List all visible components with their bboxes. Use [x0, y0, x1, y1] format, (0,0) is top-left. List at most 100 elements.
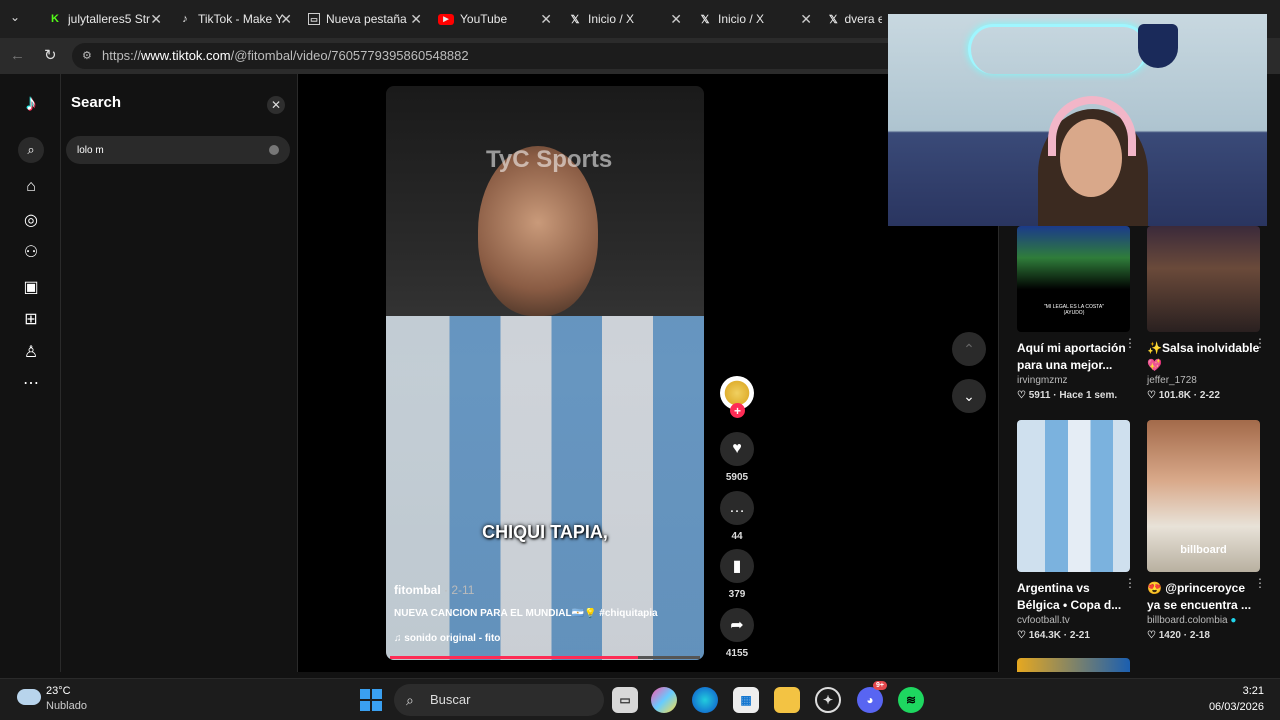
bookmark-icon[interactable]: ▮: [720, 549, 754, 583]
heart-icon[interactable]: ♥: [720, 432, 754, 466]
close-icon[interactable]: ✕: [670, 11, 682, 28]
search-input[interactable]: [66, 136, 290, 164]
clock-date[interactable]: 06/03/2026: [1198, 701, 1264, 713]
recommended-title: ✨Salsa inolvidable 💖: [1147, 341, 1260, 372]
recommended-stats: ♡ 164.3K · 2-21: [1017, 630, 1090, 641]
tab-label: dvera en: [844, 12, 883, 26]
recommended-card[interactable]: billboard ⋮ 😍 @princeroyce ya se encuent…: [1147, 420, 1266, 641]
new-tab-icon: ▭: [308, 13, 320, 25]
video-thumbnail[interactable]: [1147, 226, 1260, 332]
neon-light: [968, 24, 1148, 74]
tab-kick[interactable]: K julytalleres5 Str ✕: [40, 4, 168, 34]
comment-count: 44: [731, 531, 743, 542]
more-options-icon[interactable]: ⋮: [1124, 576, 1136, 590]
recommended-stats: ♡ 1420 · 2-18: [1147, 630, 1210, 641]
task-view-icon[interactable]: ▭: [612, 687, 638, 713]
recommended-title: 😍 @princeroyce ya se encuentra ...: [1147, 581, 1252, 612]
search-icon: ⌕: [406, 692, 414, 708]
music-note-icon: ♫: [394, 633, 405, 644]
tab-label: Nueva pestaña: [326, 12, 407, 26]
upload-icon[interactable]: ⊞: [20, 308, 42, 330]
windows-logo-pane: [372, 689, 382, 699]
edge-icon[interactable]: [692, 687, 718, 713]
cloud-icon[interactable]: [17, 689, 41, 705]
video-thumbnail[interactable]: [1017, 420, 1130, 572]
close-icon[interactable]: ✕: [410, 11, 422, 28]
comment-icon[interactable]: …: [720, 491, 754, 525]
recommended-author: cvfootball.tv: [1017, 615, 1070, 626]
video-progress-bar[interactable]: [390, 656, 700, 659]
video-sound-label: sonido original - fito: [404, 633, 501, 644]
video-author-name[interactable]: fitombal: [394, 583, 441, 597]
video-watermark: TyC Sports: [486, 146, 613, 173]
verified-badge-icon: ●: [1230, 615, 1237, 626]
explore-icon[interactable]: ◎: [20, 209, 42, 231]
site-info-icon[interactable]: ⚙: [82, 43, 92, 69]
clock-time[interactable]: 3:21: [1208, 685, 1264, 697]
thumbnail-caption: "MI LEGAL ES LA COSTA" (AYUDO): [1044, 304, 1104, 316]
like-action[interactable]: ♥ 5905: [720, 432, 754, 483]
video-caption[interactable]: NUEVA CANCIÓN PARA EL MUNDIAL🇦🇷💡 #chiqui…: [394, 608, 694, 619]
more-options-icon[interactable]: ⋮: [1124, 336, 1136, 350]
following-icon[interactable]: ⚇: [20, 241, 42, 263]
close-icon[interactable]: ✕: [150, 11, 162, 28]
back-icon[interactable]: ←: [10, 47, 25, 64]
video-sound[interactable]: ♫ sonido original - fito: [394, 633, 500, 644]
file-explorer-icon[interactable]: [774, 687, 800, 713]
follow-plus-icon[interactable]: +: [730, 403, 745, 418]
tab-new-tab[interactable]: ▭ Nueva pestaña ✕: [300, 4, 428, 34]
save-action[interactable]: ▮ 379: [720, 549, 754, 600]
comment-action[interactable]: … 44: [720, 491, 754, 542]
tab-list-dropdown[interactable]: ⌄: [10, 10, 28, 28]
recommended-card[interactable]: ⋮ ✨Salsa inolvidable 💖 jeffer_1728 ♡ 101…: [1147, 226, 1266, 401]
tab-x-home[interactable]: 𝕏 Inicio / X ✕: [560, 4, 688, 34]
video-player[interactable]: TyC Sports CHIQUI TAPIA, fitombal · 2-11…: [386, 86, 704, 660]
more-options-icon[interactable]: ⋮: [1254, 336, 1266, 350]
close-icon[interactable]: ✕: [540, 11, 552, 28]
close-icon[interactable]: ✕: [267, 96, 285, 114]
weather-description[interactable]: Nublado: [46, 700, 87, 712]
share-icon[interactable]: ➦: [720, 608, 754, 642]
previous-video-button[interactable]: ⌃: [952, 332, 986, 366]
taskbar-search[interactable]: ⌕ Buscar: [394, 684, 604, 716]
store-icon[interactable]: ▦: [733, 687, 759, 713]
windows-start-button[interactable]: [360, 689, 382, 711]
video-author[interactable]: fitombal · 2-11: [394, 583, 474, 597]
close-icon[interactable]: ✕: [800, 11, 812, 28]
recommended-card[interactable]: "MI LEGAL ES LA COSTA" (AYUDO) ⋮ Aquí mi…: [1017, 226, 1136, 401]
recommended-card[interactable]: ⋮ Argentina vs Bélgica • Copa d... cvfoo…: [1017, 420, 1136, 641]
address-bar[interactable]: ⚙ https://www.tiktok.com/@fitombal/video…: [72, 43, 972, 69]
weather-temperature[interactable]: 23°C: [46, 685, 71, 697]
recommended-title: Argentina vs Bélgica • Copa d...: [1017, 581, 1122, 612]
live-icon[interactable]: ▣: [20, 276, 42, 298]
more-options-icon[interactable]: ⋮: [1254, 576, 1266, 590]
tab-x-home-2[interactable]: 𝕏 Inicio / X ✕: [690, 4, 818, 34]
video-thumbnail[interactable]: billboard: [1147, 420, 1260, 572]
thumbnail-caption: billboard: [1180, 544, 1227, 556]
url-path: /@fitombal/video/7605779395860548882: [230, 48, 469, 63]
spotify-icon[interactable]: ≋: [898, 687, 924, 713]
clear-search-icon[interactable]: [269, 145, 279, 155]
close-icon[interactable]: ✕: [280, 11, 292, 28]
discord-icon[interactable]: ◕ 9+: [857, 681, 887, 713]
tiktok-logo-icon[interactable]: ♪: [20, 90, 42, 115]
video-thumbnail[interactable]: [1017, 658, 1130, 672]
tab-tiktok[interactable]: ♪ TikTok - Make Y ✕: [170, 4, 298, 34]
next-video-button[interactable]: ⌄: [952, 379, 986, 413]
share-action[interactable]: ➦ 4155: [720, 608, 754, 659]
windows-taskbar: 23°C Nublado ⌕ Buscar ▭ ▦ ✦ ◕ 9+ ≋ 3:21 …: [0, 678, 1280, 720]
more-icon[interactable]: ⋯: [20, 372, 42, 394]
video-thumbnail[interactable]: "MI LEGAL ES LA COSTA" (AYUDO): [1017, 226, 1130, 332]
notification-badge: 9+: [873, 681, 887, 690]
tab-label: julytalleres5 Str: [68, 12, 151, 26]
tab-youtube[interactable]: ▶ YouTube ✕: [430, 4, 558, 34]
search-icon[interactable]: ⌕: [18, 137, 44, 163]
tab-label: Inicio / X: [718, 12, 765, 26]
copilot-icon[interactable]: [651, 687, 677, 713]
recommended-author-name: billboard.colombia: [1147, 615, 1228, 626]
home-icon[interactable]: ⌂: [20, 176, 42, 198]
tab-x-dvera[interactable]: 𝕏 dvera en: [820, 4, 890, 34]
reload-icon[interactable]: ↻: [44, 46, 57, 64]
profile-icon[interactable]: ♙: [20, 341, 42, 363]
chatgpt-icon[interactable]: ✦: [815, 687, 841, 713]
